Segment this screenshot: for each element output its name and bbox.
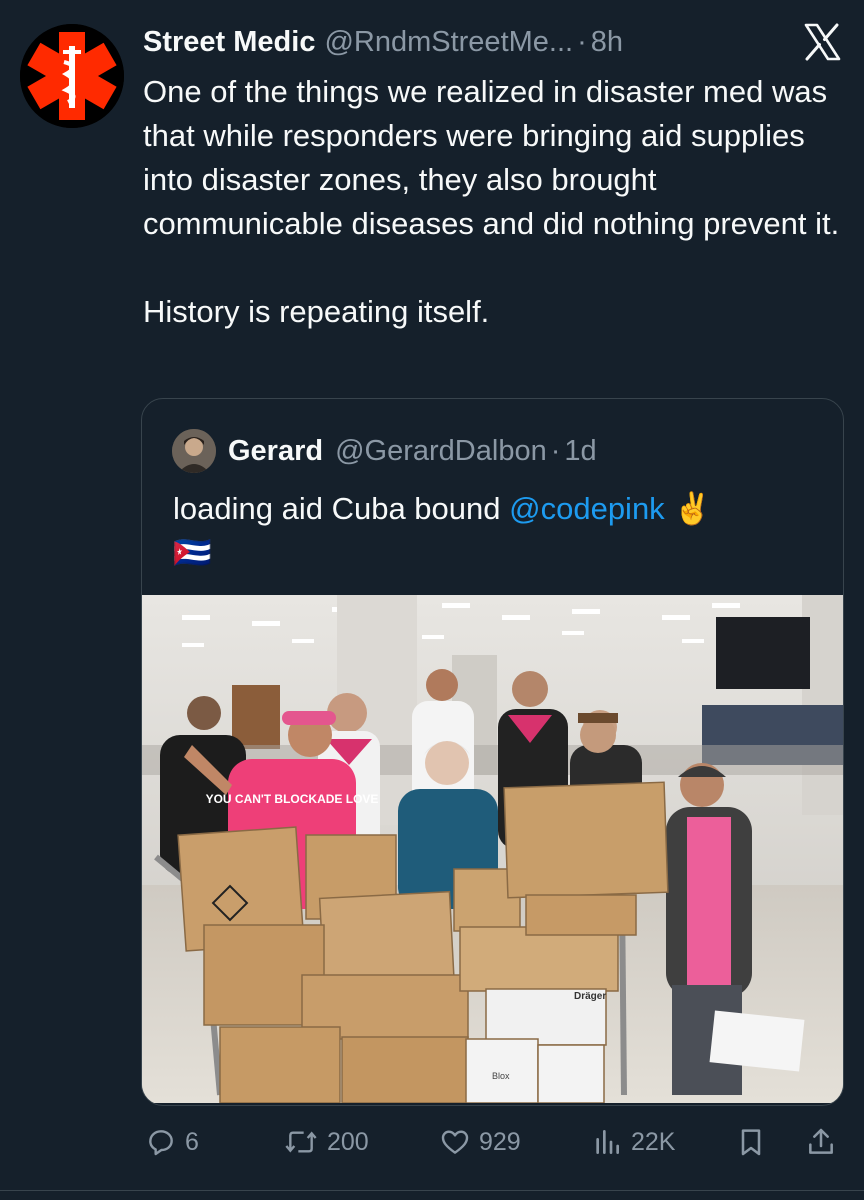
- reply-count: 6: [185, 1127, 199, 1156]
- author-avatar[interactable]: [20, 24, 124, 128]
- share-icon: [809, 1128, 833, 1154]
- reply-icon: [149, 1130, 173, 1156]
- cuba-flag-emoji: 🇨🇺: [173, 535, 212, 570]
- repost-icon: [285, 1131, 317, 1153]
- like-count: 929: [479, 1127, 521, 1156]
- views-chart-icon: [596, 1130, 619, 1154]
- victory-hand-emoji: ✌️: [664, 491, 712, 526]
- quoted-text: loading aid Cuba bound @codepink ✌️ 🇨🇺: [173, 487, 813, 575]
- mention-link[interactable]: @codepink: [509, 491, 665, 526]
- repost-button[interactable]: 200: [283, 1120, 369, 1164]
- tweet-header: Street Medic @RndmStreetMe... · 8h: [143, 22, 844, 62]
- like-button[interactable]: 929: [439, 1120, 521, 1164]
- quoted-tweet[interactable]: Gerard @GerardDalbon · 1d loading aid Cu…: [141, 398, 844, 1106]
- heart-icon: [441, 1130, 469, 1154]
- star-of-life-icon: [20, 24, 124, 128]
- action-bar: 6 200 929 22K: [141, 1120, 844, 1164]
- quoted-author-name[interactable]: Gerard: [228, 435, 323, 468]
- divider: [0, 1190, 864, 1191]
- box-label-draeger: Dräger: [574, 991, 606, 1002]
- box-label-blox: Blox: [492, 1071, 510, 1081]
- quoted-photo[interactable]: YOU CAN'T BLOCKADE LOVE Blox Dräger: [142, 595, 843, 1103]
- quoted-text-body: loading aid Cuba bound: [173, 491, 510, 526]
- views-button[interactable]: 22K: [591, 1120, 675, 1164]
- author-name[interactable]: Street Medic: [143, 26, 315, 59]
- share-button[interactable]: [805, 1120, 837, 1164]
- reply-button[interactable]: 6: [145, 1120, 199, 1164]
- quoted-time[interactable]: 1d: [564, 435, 596, 468]
- tweet-text: One of the things we realized in disaste…: [143, 74, 840, 329]
- bookmark-icon: [741, 1129, 761, 1156]
- tweet-time[interactable]: 8h: [591, 26, 623, 59]
- x-logo-icon[interactable]: [802, 22, 842, 62]
- shirt-text: YOU CAN'T BLOCKADE LOVE: [206, 792, 379, 806]
- author-handle[interactable]: @RndmStreetMe...: [324, 26, 573, 59]
- person-avatar-icon: [172, 429, 216, 473]
- separator-dot: ·: [577, 25, 587, 58]
- quoted-author-handle[interactable]: @GerardDalbon: [335, 435, 547, 468]
- bookmark-button[interactable]: [735, 1120, 767, 1164]
- separator-dot: ·: [550, 434, 561, 467]
- quoted-header: Gerard @GerardDalbon · 1d: [228, 431, 597, 471]
- repost-count: 200: [327, 1127, 369, 1156]
- quoted-author-avatar[interactable]: [172, 429, 216, 473]
- view-count: 22K: [631, 1127, 676, 1156]
